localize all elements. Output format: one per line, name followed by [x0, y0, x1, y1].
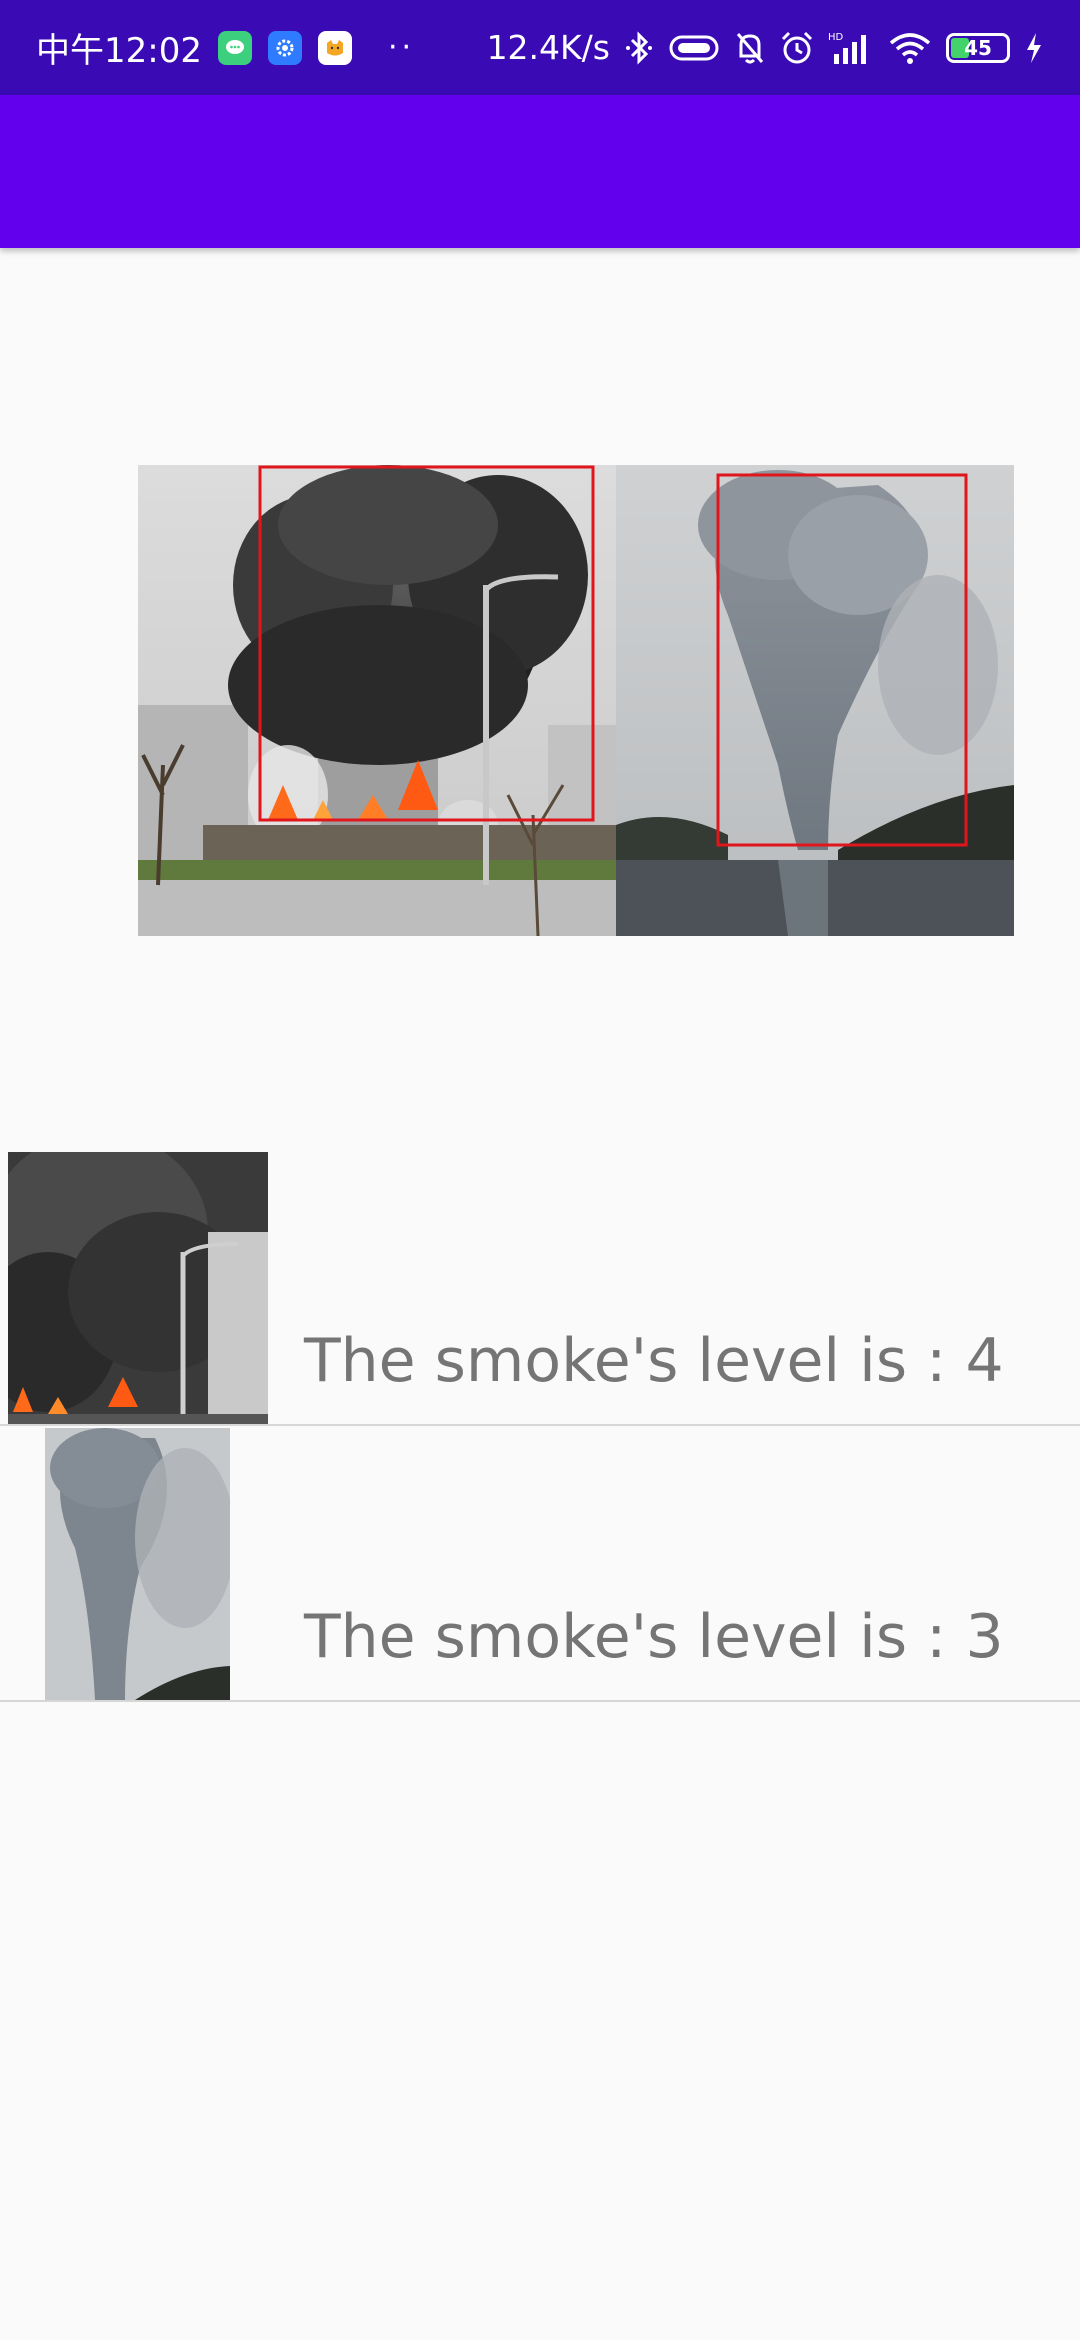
settings-app-icon — [267, 30, 302, 65]
status-left: 中午12:02 ·· — [36, 23, 415, 72]
smoke-level-label: The smoke's level is : 4 — [304, 1326, 1004, 1396]
wifi-icon — [888, 31, 932, 65]
charging-icon — [1024, 31, 1044, 65]
status-right: 12.4K/s HD 45 — [487, 28, 1044, 67]
fire-smoke-thumbnail — [0, 1132, 268, 1424]
signal-icon: HD — [828, 30, 874, 66]
messaging-app-icon — [217, 30, 252, 65]
smoke-column-thumbnail — [45, 1428, 235, 1700]
vibrate-icon — [668, 33, 720, 63]
mute-bell-icon — [734, 30, 766, 66]
hd-label: HD — [828, 32, 844, 43]
smoke-level-label: The smoke's level is : 3 — [304, 1602, 1004, 1672]
status-time: 中午12:02 — [36, 31, 202, 71]
app-bar — [0, 95, 1080, 248]
smoke-column-photo — [616, 465, 1014, 936]
more-notifications-dots: ·· — [387, 30, 416, 65]
battery-level: 45 — [964, 35, 992, 60]
battery-icon: 45 — [946, 32, 1010, 63]
results-list: The smoke's level is : 4 The smoke's lev… — [0, 1132, 1080, 1702]
cat-app-icon — [317, 30, 352, 65]
list-item[interactable]: The smoke's level is : 3 — [0, 1426, 1080, 1702]
fire-smoke-photo — [138, 465, 616, 936]
alarm-icon — [780, 30, 814, 66]
status-bar: 中午12:02 ·· 12.4K/s HD 45 — [0, 0, 1080, 95]
detection-result-image — [138, 465, 1014, 936]
list-item[interactable]: The smoke's level is : 4 — [0, 1132, 1080, 1426]
network-speed: 12.4K/s — [486, 28, 610, 67]
bluetooth-icon — [624, 30, 654, 66]
